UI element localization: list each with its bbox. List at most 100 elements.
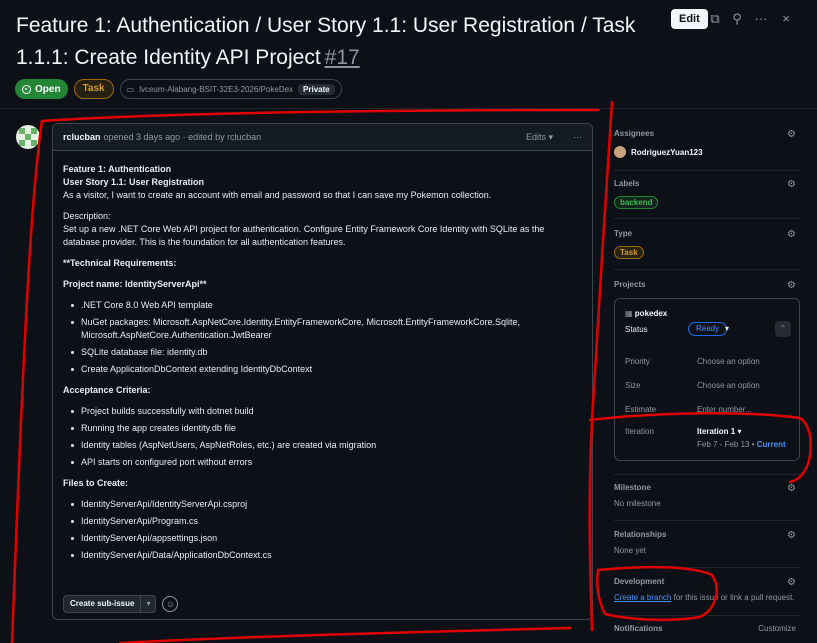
body-feature: Feature 1: Authentication bbox=[63, 164, 172, 174]
iteration-current: Current bbox=[756, 440, 786, 449]
customize-link[interactable]: Customize bbox=[758, 624, 796, 633]
list-item: IdentityServerApi/Data/ApplicationDbCont… bbox=[63, 549, 582, 562]
smiley-icon[interactable]: ☺ bbox=[162, 596, 179, 612]
pin-icon[interactable]: ⚲ bbox=[728, 10, 746, 28]
assignee-name[interactable]: RodriguezYuan123 bbox=[631, 148, 703, 157]
type-task-pill[interactable]: Task bbox=[614, 246, 644, 259]
assignee-avatar[interactable] bbox=[614, 146, 626, 158]
tech-list: .NET Core 8.0 Web API template NuGet pac… bbox=[63, 299, 582, 376]
labels-label: Labels bbox=[614, 179, 640, 188]
list-item: API starts on configured port without er… bbox=[63, 456, 582, 469]
state-badge: Open bbox=[15, 79, 68, 99]
annotation-stroke bbox=[588, 100, 614, 632]
repo-chip[interactable]: ▭ lvceum-Alabang-BSIT-32E3-2026/PokeDex … bbox=[119, 79, 342, 99]
gear-icon[interactable]: ⚙ bbox=[787, 577, 796, 588]
gear-icon[interactable]: ⚙ bbox=[787, 530, 796, 541]
open-circle-icon bbox=[22, 84, 31, 94]
comment-author[interactable]: rclucban bbox=[63, 132, 101, 142]
create-branch-link[interactable]: Create a branch bbox=[614, 593, 671, 602]
priority-label: Priority bbox=[625, 357, 650, 366]
sidebar-divider bbox=[614, 170, 800, 171]
edit-button[interactable]: Edit bbox=[671, 9, 708, 29]
project-name[interactable]: ▦ pokedex bbox=[625, 309, 667, 318]
notifications-section: Notifications Customize bbox=[614, 624, 800, 638]
relationships-label: Relationships bbox=[614, 530, 667, 539]
create-sub-issue-button[interactable]: Create sub-issue ▾ bbox=[63, 595, 157, 613]
state-label: Open bbox=[35, 83, 61, 95]
list-item: SQLite database file: identity.db bbox=[63, 346, 582, 359]
sidebar-divider bbox=[614, 567, 800, 568]
comment-body: Feature 1: Authentication User Story 1.1… bbox=[53, 151, 592, 562]
list-item: Running the app creates identity.db file bbox=[63, 422, 582, 435]
edits-dropdown[interactable]: Edits ▾ bbox=[526, 132, 553, 143]
gear-icon[interactable]: ⚙ bbox=[787, 483, 796, 494]
body-description: Set up a new .NET Core Web API project f… bbox=[63, 224, 545, 247]
gear-icon[interactable]: ⚙ bbox=[787, 179, 796, 190]
status-ready-pill[interactable]: Ready bbox=[688, 322, 728, 336]
size-label: Size bbox=[625, 381, 641, 390]
collapse-button[interactable]: ⌃ bbox=[775, 321, 791, 337]
project-card: ▦ pokedex Status Ready ▾ ⌃ Priority Choo… bbox=[614, 298, 800, 461]
sidebar-divider bbox=[614, 615, 800, 616]
gear-icon[interactable]: ⚙ bbox=[787, 229, 796, 240]
sidebar-divider bbox=[614, 474, 800, 475]
copy-icon[interactable]: ⧉ bbox=[706, 10, 724, 28]
avatar[interactable] bbox=[16, 125, 40, 149]
assignees-label: Assignees bbox=[614, 129, 655, 138]
chevron-down-icon[interactable]: ▾ bbox=[140, 596, 155, 612]
comment-header: rclucban opened 3 days ago · edited by r… bbox=[53, 124, 592, 151]
kebab-icon[interactable]: ··· bbox=[752, 10, 770, 28]
type-label: Type bbox=[614, 229, 633, 238]
estimate-input[interactable]: Enter number... bbox=[697, 405, 752, 414]
comment-kebab-icon[interactable]: ··· bbox=[573, 132, 582, 142]
gear-icon[interactable]: ⚙ bbox=[787, 280, 796, 291]
label-backend[interactable]: backend bbox=[614, 196, 659, 209]
priority-value[interactable]: Choose an option bbox=[697, 357, 760, 366]
development-label: Development bbox=[614, 577, 665, 586]
type-section: Type ⚙ Task bbox=[614, 229, 800, 269]
relationships-section: Relationships ⚙ None yet bbox=[614, 530, 800, 560]
labels-section: Labels ⚙ backend bbox=[614, 179, 800, 219]
list-item: NuGet packages: Microsoft.AspNetCore.Ide… bbox=[63, 316, 582, 342]
table-icon: ▦ bbox=[625, 309, 633, 318]
body-project-name: Project name: IdentityServerApi** bbox=[63, 279, 207, 289]
comment-meta: opened 3 days ago · edited by rclucban bbox=[103, 132, 262, 142]
chevron-down-icon[interactable]: ▾ bbox=[725, 324, 729, 333]
list-item: Create ApplicationDbContext extending Id… bbox=[63, 363, 582, 376]
header-divider bbox=[0, 108, 817, 109]
gear-icon[interactable]: ⚙ bbox=[787, 129, 796, 140]
assignees-section: Assignees ⚙ RodriguezYuan123 bbox=[614, 129, 800, 161]
body-tech-heading: **Technical Requirements: bbox=[63, 258, 177, 268]
iteration-value[interactable]: Iteration 1 ▾ bbox=[697, 427, 741, 436]
body-files-heading: Files to Create: bbox=[63, 478, 129, 488]
acceptance-list: Project builds successfully with dotnet … bbox=[63, 405, 582, 469]
iteration-dates: Feb 7 - Feb 13 • Current bbox=[697, 440, 786, 449]
type-badge[interactable]: Task bbox=[73, 79, 114, 99]
repo-name: lvceum-Alabang-BSIT-32E3-2026/PokeDex bbox=[139, 84, 294, 94]
annotation-stroke bbox=[40, 108, 600, 123]
body-description-label: Description: bbox=[63, 211, 111, 221]
sidebar-divider bbox=[614, 520, 800, 521]
projects-label: Projects bbox=[614, 280, 646, 289]
iteration-label: Iteration bbox=[625, 427, 654, 436]
list-item: IdentityServerApi/IdentityServerApi.cspr… bbox=[63, 498, 582, 511]
development-section: Development ⚙ Create a branch for this i… bbox=[614, 577, 800, 607]
projects-section: Projects ⚙ bbox=[614, 280, 800, 294]
list-item: Identity tables (AspNetUsers, AspNetRole… bbox=[63, 439, 582, 452]
list-item: .NET Core 8.0 Web API template bbox=[63, 299, 582, 312]
body-user-story: User Story 1.1: User Registration bbox=[63, 177, 205, 187]
milestone-value: No milestone bbox=[614, 499, 661, 508]
annotation-stroke bbox=[118, 626, 572, 643]
estimate-label: Estimate bbox=[625, 405, 657, 414]
list-item: IdentityServerApi/Program.cs bbox=[63, 515, 582, 528]
issue-number-link[interactable]: #17 bbox=[325, 46, 360, 69]
repo-icon: ▭ bbox=[126, 84, 135, 94]
sidebar-divider bbox=[614, 218, 800, 219]
issue-body-comment: rclucban opened 3 days ago · edited by r… bbox=[52, 123, 593, 620]
size-value[interactable]: Choose an option bbox=[697, 381, 760, 390]
close-icon[interactable]: × bbox=[777, 10, 795, 28]
files-list: IdentityServerApi/IdentityServerApi.cspr… bbox=[63, 498, 582, 562]
annotation-stroke bbox=[10, 119, 44, 643]
milestone-label: Milestone bbox=[614, 483, 651, 492]
visibility-badge: Private bbox=[298, 83, 335, 95]
